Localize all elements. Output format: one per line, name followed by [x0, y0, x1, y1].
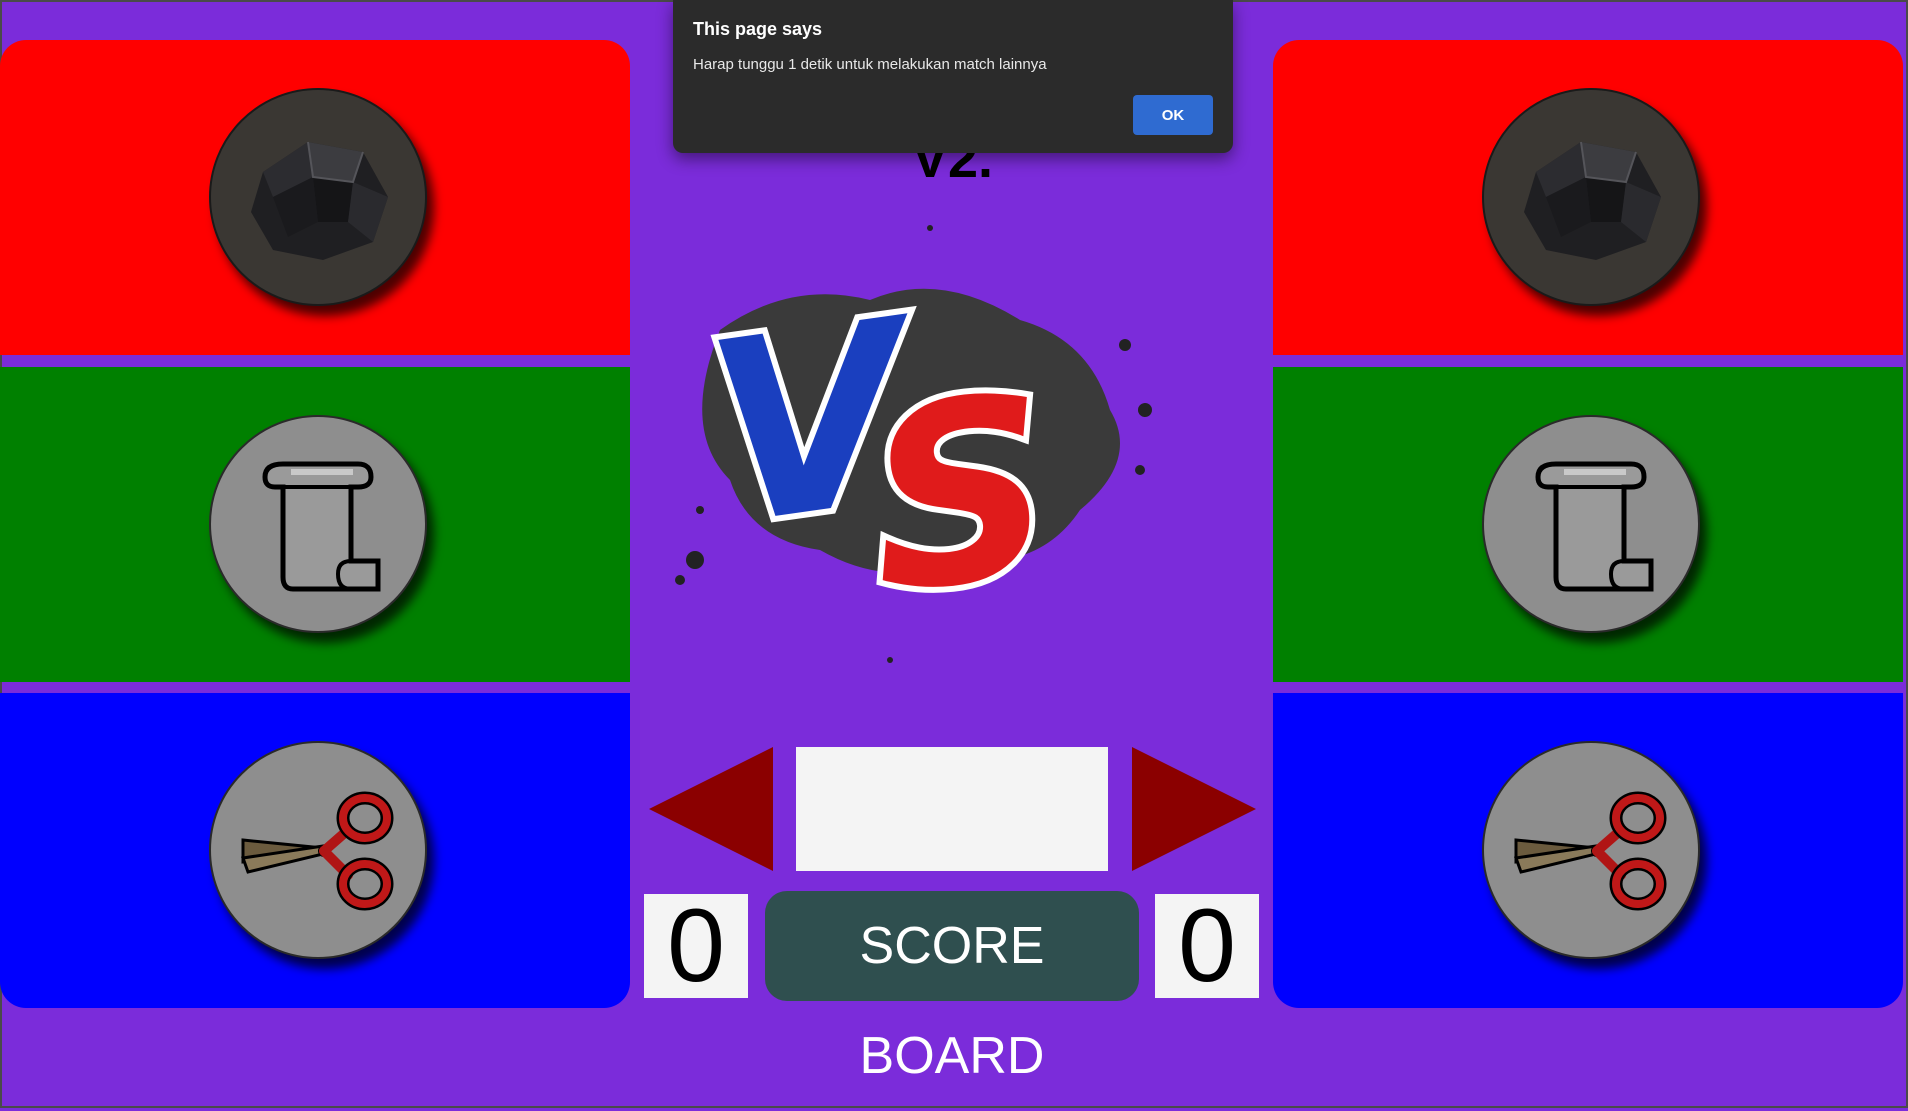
dialog-message: Harap tunggu 1 detik untuk melakukan mat…: [693, 56, 1047, 73]
player2-score: 0: [1155, 894, 1259, 998]
player1-scissors-button[interactable]: [209, 741, 427, 959]
player1-rock-panel[interactable]: [0, 40, 630, 355]
player2-scissors-button[interactable]: [1482, 741, 1700, 959]
rock-icon: [1524, 141, 1661, 260]
player1-paper-button[interactable]: [209, 415, 427, 633]
previous-arrow-button[interactable]: [649, 747, 773, 871]
player2-paper-button[interactable]: [1482, 415, 1700, 633]
player2-choices: [1273, 40, 1903, 1008]
scroll-icon: [262, 461, 381, 592]
player1-paper-panel[interactable]: [0, 367, 630, 682]
scroll-icon: [1535, 461, 1654, 592]
player1-score: 0: [644, 894, 748, 998]
player1-rock-button[interactable]: [209, 88, 427, 306]
scissors-icon: [1513, 791, 1667, 911]
scissors-icon: [240, 791, 394, 911]
vs-graphic: V S: [640, 210, 1200, 680]
ok-button[interactable]: OK: [1133, 95, 1213, 135]
next-arrow-button[interactable]: [1132, 747, 1256, 871]
player2-paper-panel[interactable]: [1273, 367, 1903, 682]
vs-letter-s: S: [850, 334, 1071, 654]
player1-scissors-panel[interactable]: [0, 693, 630, 1008]
player2-rock-button[interactable]: [1482, 88, 1700, 306]
player2-rock-panel[interactable]: [1273, 40, 1903, 355]
svg-text:S: S: [856, 340, 1065, 648]
scoreboard-button[interactable]: SCORE BOARD: [765, 891, 1139, 1085]
dialog-title: This page says: [693, 19, 823, 39]
alert-dialog: This page says Harap tunggu 1 detik untu…: [673, 0, 1233, 153]
player2-scissors-panel[interactable]: [1273, 693, 1903, 1008]
rock-icon: [251, 141, 388, 260]
result-display: [796, 747, 1108, 871]
player1-choices: [0, 40, 630, 1008]
